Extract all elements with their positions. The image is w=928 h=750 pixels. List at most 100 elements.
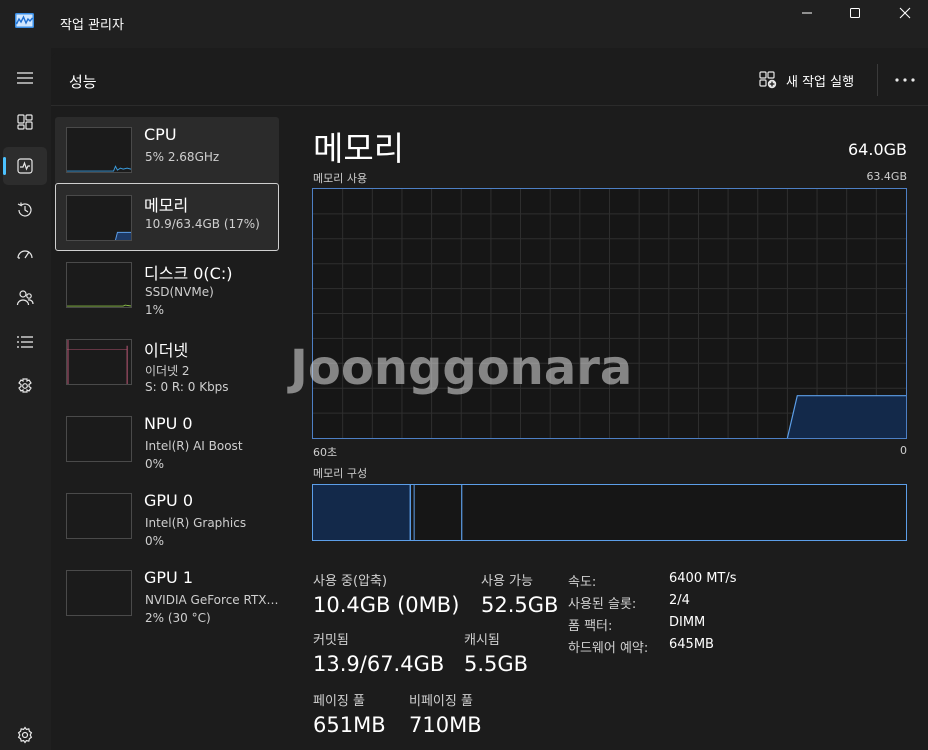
resource-disk[interactable]: 디스크 0(C:) SSD(NVMe) 1% [55,252,279,320]
resource-detail: 5% 2.68GHz [145,150,220,164]
speed-label: 속도: [568,575,597,590]
new-task-icon [759,71,777,89]
in-use-label: 사용 중(압축) [313,574,388,589]
more-icon [895,78,915,82]
memory-total: 64.0GB [848,140,907,159]
run-new-task-button[interactable]: 새 작업 실행 [759,69,854,91]
header-divider [877,64,878,96]
memory-composition-label: 메모리 구성 [313,467,368,480]
nav-processes[interactable] [3,103,47,141]
resource-name: NPU 0 [144,414,193,433]
in-use-value: 10.4GB (0MB) [313,593,460,617]
committed-value: 13.9/67.4GB [313,652,445,676]
resource-name: 이더넷 [144,341,189,360]
gpu1-thumbnail-graph [66,570,132,616]
resource-usage: 2% (30 °C) [145,611,211,625]
detail-title: 메모리 [313,129,405,168]
form-factor-value: DIMM [669,615,706,630]
resource-usage: 0% [145,457,165,471]
hamburger-icon [17,72,33,84]
minimize-button[interactable] [784,0,830,26]
resource-gpu1[interactable]: GPU 1 NVIDIA GeForce RTX… 2% (30 °C) [55,560,279,628]
nav-settings[interactable] [3,716,47,750]
settings-icon [17,726,33,744]
memory-usage-max: 63.4GB [866,170,907,183]
nav-details[interactable] [3,323,47,361]
npu-thumbnail-graph [66,416,132,462]
nav-menu-button[interactable] [3,59,47,97]
nav-startup-apps[interactable] [3,235,47,273]
hardware-reserved-label: 하드웨어 예약: [568,641,649,656]
cpu-thumbnail-graph [66,127,132,173]
resource-usage: 1% [145,303,165,317]
nav-users[interactable] [3,279,47,317]
resource-ethernet[interactable]: 이더넷 이더넷 2 S: 0 R: 0 Kbps [55,329,279,397]
resource-detail: 10.9/63.4GB (17%) [145,217,260,231]
hardware-reserved-value: 645MB [669,637,714,652]
startup-apps-icon [17,250,33,259]
memory-thumbnail-graph [66,195,132,241]
task-manager-app-icon [15,13,34,28]
composition-in-use [313,485,411,540]
nav-services[interactable] [3,367,47,405]
resource-name: 메모리 [144,196,189,215]
cached-value: 5.5GB [464,652,529,676]
maximize-button[interactable] [832,0,878,26]
memory-usage-label: 메모리 사용 [313,172,368,185]
navigation-rail [0,48,51,750]
maximize-icon [850,8,860,18]
slots-used-label: 사용된 슬롯: [568,597,637,612]
graph-time-start: 60초 [313,446,338,459]
slots-used-value: 2/4 [669,593,690,608]
resource-detail: NVIDIA GeForce RTX… [145,593,279,607]
available-value: 52.5GB [481,593,559,617]
services-icon [18,378,32,393]
nonpaged-pool-label: 비페이징 풀 [409,694,473,709]
users-icon [16,290,34,306]
title-bar: 작업 관리자 [0,0,928,48]
resource-detail: Intel(R) Graphics [145,516,247,530]
resource-usage: S: 0 R: 0 Kbps [145,380,229,394]
nav-app-history[interactable] [3,191,47,229]
resource-detail: Intel(R) AI Boost [145,439,243,453]
nonpaged-pool-value: 710MB [409,713,482,737]
resource-gpu0[interactable]: GPU 0 Intel(R) Graphics 0% [55,483,279,551]
resource-name: GPU 1 [144,568,194,587]
form-factor-label: 폼 팩터: [568,619,613,634]
committed-label: 커밋됨 [313,633,349,648]
resource-detail: SSD(NVMe) [145,285,214,299]
window-title: 작업 관리자 [60,18,124,33]
ethernet-thumbnail-graph [66,339,132,385]
graph-time-end: 0 [900,444,907,457]
paged-pool-value: 651MB [313,713,386,737]
resource-name: CPU [144,125,177,144]
cached-label: 캐시됨 [464,633,500,648]
resource-cpu[interactable]: CPU 5% 2.68GHz [55,117,279,185]
details-icon [17,336,33,348]
resource-npu[interactable]: NPU 0 Intel(R) AI Boost 0% [55,406,279,474]
minimize-icon [802,12,812,14]
watermark: Joonggonara [290,340,633,396]
speed-value: 6400 MT/s [669,571,737,586]
close-icon [899,7,911,19]
disk-thumbnail-graph [66,262,132,308]
available-label: 사용 가능 [481,574,533,589]
resource-name: GPU 0 [144,491,194,510]
memory-composition-bar [312,484,907,541]
memory-usage-graph [312,188,907,439]
resource-name: 디스크 0(C:) [144,264,233,283]
close-button[interactable] [882,0,928,26]
resource-usage: 0% [145,534,165,548]
performance-icon [17,158,33,174]
gpu0-thumbnail-graph [66,493,132,539]
run-new-task-label: 새 작업 실행 [786,74,855,90]
resource-memory[interactable]: 메모리 10.9/63.4GB (17%) [55,183,279,251]
paged-pool-label: 페이징 풀 [313,694,365,709]
page-title: 성능 [69,73,97,91]
processes-icon [17,114,33,130]
active-indicator [3,157,6,175]
more-options-button[interactable] [893,70,917,90]
app-history-icon [17,202,32,217]
resource-detail: 이더넷 2 [145,364,190,378]
nav-performance[interactable] [3,147,47,185]
